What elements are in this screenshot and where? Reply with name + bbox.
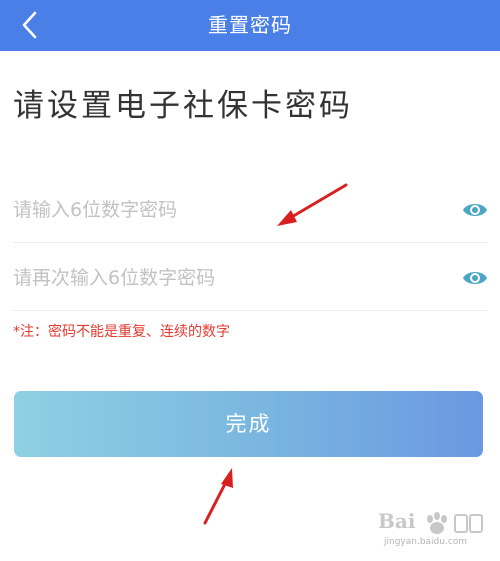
password-field <box>13 180 488 243</box>
password-visibility-toggle[interactable] <box>462 198 488 222</box>
password-rule-note: *注：密码不能是重复、连续的数字 <box>13 324 230 340</box>
confirm-visibility-toggle[interactable] <box>462 266 488 290</box>
eye-icon <box>463 272 487 284</box>
confirm-password-input[interactable] <box>13 248 433 308</box>
submit-button[interactable]: 完成 <box>14 391 483 457</box>
paw-icon <box>427 512 447 534</box>
jingyan-logo-icon <box>454 514 483 533</box>
confirm-password-field <box>13 248 488 311</box>
baidu-jingyan-watermark: Bai jingyan.baidu.com <box>378 509 486 549</box>
watermark-url: jingyan.baidu.com <box>384 537 468 547</box>
eye-icon <box>463 204 487 216</box>
top-bar: 重置密码 <box>0 0 500 51</box>
password-input[interactable] <box>13 180 433 240</box>
watermark-logo: Bai <box>378 509 416 533</box>
page-header-title: 重置密码 <box>208 13 292 37</box>
annotation-arrow-bottom <box>203 468 233 525</box>
page-title: 请设置电子社保卡密码 <box>13 88 353 124</box>
